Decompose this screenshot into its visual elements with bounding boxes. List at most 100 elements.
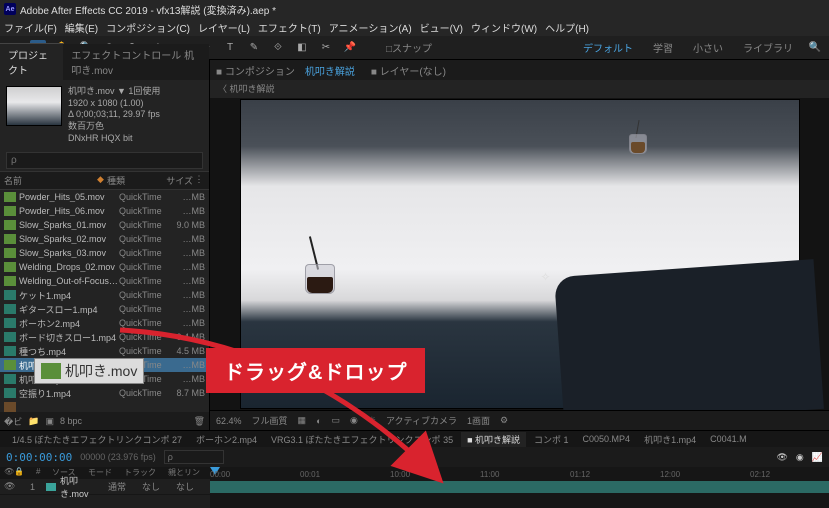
project-file-row[interactable]: Powder_Hits_06.movQuickTime…MB: [0, 204, 209, 218]
timeline-tab[interactable]: 机叩き1.mp4: [638, 432, 702, 447]
tab-effect-controls[interactable]: エフェクトコントロール 机叩き.mov: [63, 44, 209, 80]
col-size[interactable]: サイズ: [157, 174, 193, 187]
menu-file[interactable]: ファイル(F): [4, 20, 57, 35]
search-icon[interactable]: 🔍: [807, 40, 823, 56]
project-search-input[interactable]: [6, 152, 203, 169]
menu-view[interactable]: ビュー(V): [420, 20, 463, 35]
timeline-tab[interactable]: C0041.M: [704, 433, 753, 445]
layer-parent[interactable]: なし: [176, 480, 206, 493]
timeline-tab[interactable]: VRG3.1 ぼたたきエフェクトリンクコンポ 35: [265, 432, 459, 447]
project-file-row[interactable]: Slow_Sparks_02.movQuickTime…MB: [0, 232, 209, 246]
project-file-row[interactable]: [0, 400, 209, 412]
file-type-icon: [4, 248, 16, 258]
workspace-small[interactable]: 小さい: [687, 38, 729, 57]
project-file-row[interactable]: Powder_Hits_05.movQuickTime…MB: [0, 190, 209, 204]
file-name: 種つち.mp4: [19, 345, 119, 358]
timeline-tab[interactable]: C0050.MP4: [577, 433, 637, 445]
layer-name[interactable]: 机叩き.mov: [60, 474, 104, 500]
layer-row[interactable]: 👁 1 机叩き.mov 通常 なし なし: [0, 479, 210, 495]
menu-composition[interactable]: コンポジション(C): [106, 20, 190, 35]
project-file-row[interactable]: ギタースロー1.mp4QuickTime…MB: [0, 302, 209, 316]
file-type: QuickTime: [119, 332, 169, 342]
timeline-search-input[interactable]: [164, 450, 224, 464]
layer-color-chip[interactable]: [46, 483, 56, 491]
project-file-row[interactable]: ケット1.mp4QuickTime…MB: [0, 288, 209, 302]
channel-icon[interactable]: ◉: [350, 415, 358, 426]
snap-toggle[interactable]: □スナップ: [386, 40, 432, 55]
label-col-icon[interactable]: ◆: [97, 174, 107, 187]
file-type: QuickTime: [119, 276, 169, 286]
project-file-row[interactable]: ボード切きスロー1.mp4QuickTime0.4 MB: [0, 330, 209, 344]
col-name[interactable]: 名前: [4, 174, 97, 187]
motion-blur-icon[interactable]: ◉: [796, 452, 804, 463]
shy-icon[interactable]: 👁: [776, 452, 787, 463]
ruler-tick: 10:00: [390, 470, 410, 479]
resolution-dropdown[interactable]: フル画質: [252, 414, 288, 427]
layer-mode[interactable]: 通常: [108, 480, 138, 493]
workspace-learn[interactable]: 学習: [647, 38, 679, 57]
view-dropdown[interactable]: 1画面: [467, 414, 490, 427]
menu-animation[interactable]: アニメーション(A): [329, 20, 412, 35]
menu-edit[interactable]: 編集(E): [65, 20, 98, 35]
puppet-tool-icon[interactable]: 📌: [342, 40, 358, 56]
stamp-tool-icon[interactable]: ⟐: [270, 40, 286, 56]
delete-icon[interactable]: 🗑: [194, 416, 205, 427]
tab-project[interactable]: プロジェクト: [0, 43, 63, 80]
viewer-tab-comp[interactable]: 机叩き解説: [299, 61, 361, 80]
zoom-dropdown[interactable]: 62.4%: [216, 416, 242, 426]
camera-dropdown[interactable]: アクティブカメラ: [386, 414, 457, 427]
col-settings-icon[interactable]: ⋮: [193, 174, 205, 187]
project-file-row[interactable]: 種つち.mp4QuickTime4.5 MB: [0, 344, 209, 358]
interpret-icon[interactable]: �ビ: [4, 415, 22, 428]
current-timecode[interactable]: 0:00:00:00: [6, 451, 72, 464]
menu-layer[interactable]: レイヤー(L): [198, 20, 250, 35]
workspace-default[interactable]: デフォルト: [577, 38, 639, 57]
grid-icon[interactable]: ▦: [298, 415, 307, 426]
item-color: 数百万色: [68, 121, 160, 133]
brush-tool-icon[interactable]: ✎: [246, 40, 262, 56]
file-name: Slow_Sparks_03.mov: [19, 248, 119, 258]
project-file-row[interactable]: Slow_Sparks_03.movQuickTime…MB: [0, 246, 209, 260]
menu-window[interactable]: ウィンドウ(W): [471, 20, 537, 35]
menu-effect[interactable]: エフェクト(T): [258, 20, 321, 35]
frame-info: 00000 (23.976 fps): [80, 452, 156, 462]
project-file-row[interactable]: Slow_Sparks_01.movQuickTime9.0 MB: [0, 218, 209, 232]
region-icon[interactable]: ▭: [332, 415, 341, 426]
file-type: QuickTime: [119, 290, 169, 300]
timeline-track-area[interactable]: [210, 479, 829, 508]
file-size: 9.0 MB: [169, 220, 205, 230]
menu-help[interactable]: ヘルプ(H): [545, 20, 589, 35]
viewer-tab-layer[interactable]: ■ レイヤー(なし): [365, 61, 452, 80]
col-parent[interactable]: 親とリンク: [168, 467, 206, 479]
layer-clip[interactable]: [210, 481, 829, 493]
timeline-column-header: 👁🔒 # ソース名 モード トラックマ 親とリンク: [0, 467, 210, 479]
project-file-row[interactable]: ボーホン2.mp4QuickTime…MB: [0, 316, 209, 330]
visibility-icon[interactable]: 👁: [4, 481, 14, 492]
file-name: ボード切きスロー1.mp4: [19, 331, 119, 344]
bpc-toggle[interactable]: 8 bpc: [60, 416, 82, 426]
file-type: QuickTime: [119, 206, 169, 216]
new-folder-icon[interactable]: 📁: [28, 416, 39, 427]
view-options-icon[interactable]: ⚙: [500, 415, 508, 426]
text-tool-icon[interactable]: T: [222, 40, 238, 56]
roto-tool-icon[interactable]: ✂: [318, 40, 334, 56]
timeline-tab[interactable]: コンポ 1: [528, 432, 575, 447]
project-file-row[interactable]: Welding_Out-of-Focus_01.movQuickTime…MB: [0, 274, 209, 288]
mask-icon[interactable]: ◐: [316, 416, 321, 426]
col-type[interactable]: 種類: [107, 174, 157, 187]
project-file-row[interactable]: Welding_Drops_02.movQuickTime…MB: [0, 260, 209, 274]
new-comp-icon[interactable]: ▣: [45, 416, 54, 427]
file-type: QuickTime: [119, 318, 169, 328]
timeline-tab[interactable]: ボーホン2.mp4: [190, 432, 263, 447]
col-track[interactable]: トラックマ: [124, 467, 162, 479]
viewer-breadcrumb[interactable]: 〈 机叩き解説: [210, 80, 829, 98]
exposure-icon[interactable]: ☀: [368, 415, 376, 426]
workspace-library[interactable]: ライブラリ: [737, 38, 799, 57]
layer-track-matte[interactable]: なし: [142, 480, 172, 493]
timeline-tab[interactable]: 1/4.5 ぼたたきエフェクトリンクコンポ 27: [6, 432, 188, 447]
file-size: 8.7 MB: [169, 388, 205, 398]
project-file-row[interactable]: 空振り1.mp4QuickTime8.7 MB: [0, 386, 209, 400]
eraser-tool-icon[interactable]: ◧: [294, 40, 310, 56]
graph-icon[interactable]: 📈: [812, 452, 823, 463]
timeline-tab[interactable]: ■ 机叩き解説: [461, 432, 526, 447]
